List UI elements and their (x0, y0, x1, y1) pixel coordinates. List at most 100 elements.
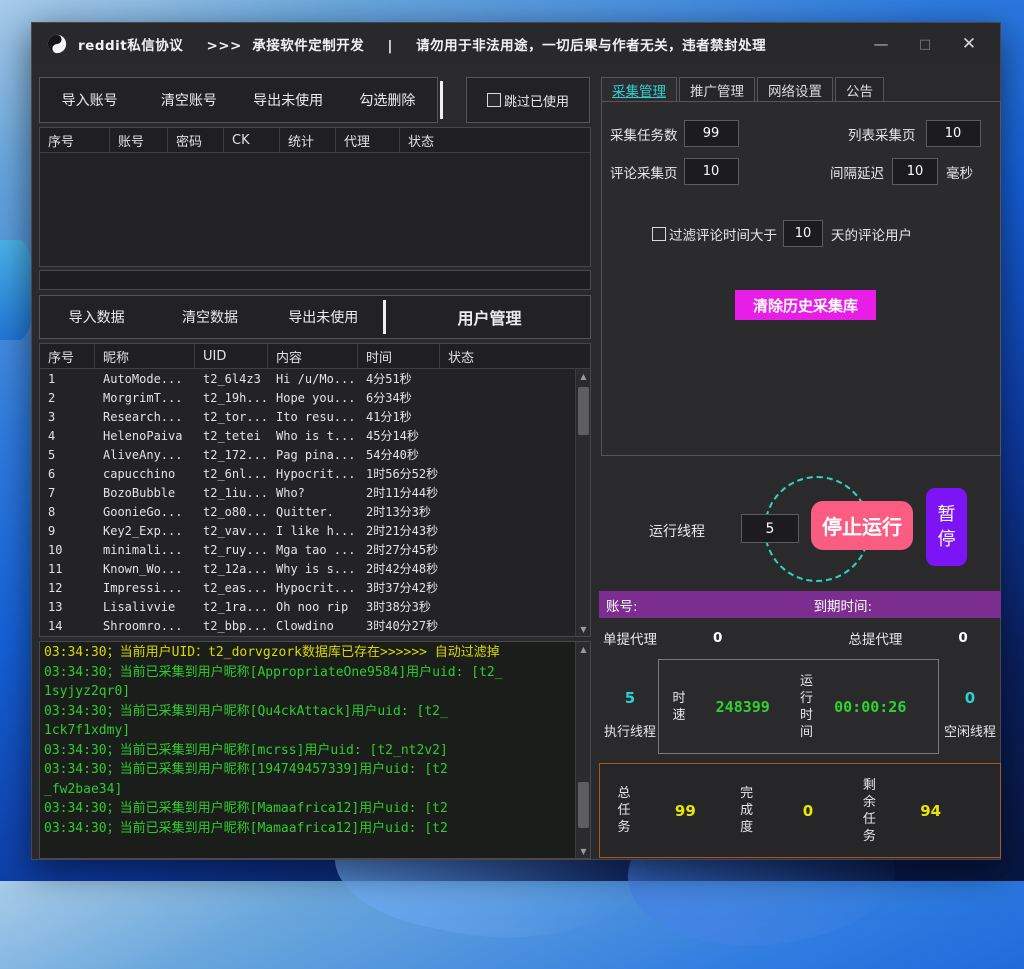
table-row[interactable]: 2MorgrimT...t2_19h...Hope you...6分34秒 (40, 388, 575, 407)
filter-comment-checkbox[interactable] (652, 227, 666, 241)
table-cell: 9 (40, 524, 95, 538)
tab-promote-manage[interactable]: 推广管理 (679, 77, 755, 102)
app-window: reddit私信协议 >>> 承接软件定制开发 | 请勿用于非法用途，一切后果与… (31, 22, 1001, 860)
column-header[interactable]: 状态 (400, 128, 590, 152)
column-header[interactable]: 密码 (168, 128, 224, 152)
total-proxy-label: 总提代理 (848, 628, 902, 648)
clear-accounts-button[interactable]: 清空账号 (139, 78, 238, 122)
idle-threads-label: 空闲线程 (939, 721, 1001, 740)
thread-count-input[interactable]: 5 (741, 514, 799, 543)
column-header[interactable]: 统计 (280, 128, 336, 152)
comment-pages-input[interactable]: 10 (684, 158, 739, 185)
table-row[interactable]: 8GoonieGo...t2_o80...Quitter.2时13分3秒 (40, 502, 575, 521)
window-title: reddit私信协议 >>> 承接软件定制开发 | 请勿用于非法用途，一切后果与… (78, 34, 766, 54)
column-header[interactable]: 序号 (40, 344, 95, 368)
import-data-button[interactable]: 导入数据 (40, 296, 153, 338)
table-row[interactable]: 11Known_Wo...t2_12a...Why is s...2时42分48… (40, 559, 575, 578)
proxy-stats-row: 单提代理 0 总提代理 0 (599, 626, 1001, 650)
log-line: 03:34:30；当前已采集到用户昵称[AppropriateOne9584]用… (44, 663, 573, 683)
table-cell: Shroomro... (95, 619, 195, 633)
tab-announcement[interactable]: 公告 (835, 77, 884, 102)
interval-input[interactable]: 10 (892, 158, 938, 185)
completed-value: 0 (755, 802, 862, 820)
skip-used-label: 跳过已使用 (504, 91, 569, 110)
import-accounts-button[interactable]: 导入账号 (40, 78, 139, 122)
pause-button[interactable]: 暂停 (926, 488, 967, 566)
column-header[interactable]: 代理 (336, 128, 400, 152)
wallpaper-petal (0, 240, 34, 340)
table-cell: MorgrimT... (95, 391, 195, 405)
table-cell: Quitter. (268, 505, 358, 519)
table-cell: BozoBubble (95, 486, 195, 500)
log-line: 03:34:30；当前已采集到用户昵称[mcrss]用户uid: [t2_nt2… (44, 741, 573, 761)
user-manage-button[interactable]: 用户管理 (389, 296, 590, 338)
column-header[interactable]: 账号 (110, 128, 168, 152)
column-header[interactable]: 时间 (358, 344, 440, 368)
table-row[interactable]: 7BozoBubblet2_1iu...Who?2时11分44秒 (40, 483, 575, 502)
column-header[interactable]: 状态 (440, 344, 590, 368)
table-row[interactable]: 5AliveAny...t2_172...Pag pina...54分40秒 (40, 445, 575, 464)
column-header[interactable]: 内容 (268, 344, 358, 368)
table-row[interactable]: 9Key2_Exp...t2_vav...I like h...2时21分43秒 (40, 521, 575, 540)
maximize-button[interactable]: □ (910, 31, 940, 57)
table-row[interactable]: 3Research...t2_tor...Ito resu...41分1秒 (40, 407, 575, 426)
scroll-up-icon[interactable]: ▲ (576, 642, 591, 656)
table-cell: HelenoPaiva (95, 429, 195, 443)
table-row[interactable]: 6capucchinot2_6nl...Hypocrit...1时56分52秒 (40, 464, 575, 483)
user-table-scrollbar[interactable]: ▲ ▼ (575, 369, 590, 636)
table-cell: t2_tetei (195, 429, 268, 443)
log-scrollbar[interactable]: ▲ ▼ (575, 642, 590, 858)
table-row[interactable]: 14Shroomro...t2_bbp...Clowdino3时40分27秒 (40, 616, 575, 635)
table-cell: 1 (40, 372, 95, 386)
column-header[interactable]: 序号 (40, 128, 110, 152)
exec-threads-stat: 5 执行线程 (599, 689, 661, 740)
column-header[interactable]: CK (224, 128, 280, 152)
list-pages-input[interactable]: 10 (926, 120, 981, 147)
export-unused-data-button[interactable]: 导出未使用 (267, 296, 380, 338)
scrollbar-thumb[interactable] (578, 387, 589, 435)
table-row[interactable]: 10minimali...t2_ruy...Mga tao ...2时27分45… (40, 540, 575, 559)
export-unused-accounts-button[interactable]: 导出未使用 (239, 78, 338, 122)
filter-days-input[interactable]: 10 (783, 220, 823, 247)
table-cell: AliveAny... (95, 448, 195, 462)
scroll-up-icon[interactable]: ▲ (576, 369, 591, 383)
table-cell: t2_6nl... (195, 467, 268, 481)
progress-bar (39, 270, 591, 290)
comment-pages-label: 评论采集页 (610, 162, 678, 182)
single-proxy-value: 0 (713, 630, 722, 646)
log-console: 03:34:30；当前用户UID：t2_dorvgzork数据库已存在>>>>>… (39, 641, 591, 859)
table-row[interactable]: 1AutoMode...t2_6l4z3Hi /u/Mo...4分51秒 (40, 369, 575, 388)
scroll-down-icon[interactable]: ▼ (576, 622, 591, 636)
skip-used-checkbox[interactable] (487, 93, 501, 107)
close-button[interactable]: ✕ (954, 31, 984, 57)
clear-history-button[interactable]: 清除历史采集库 (735, 290, 876, 320)
table-cell: 8 (40, 505, 95, 519)
table-cell: 54分40秒 (358, 446, 440, 463)
table-cell: t2_ruy... (195, 543, 268, 557)
column-header[interactable]: 昵称 (95, 344, 195, 368)
table-cell: capucchino (95, 467, 195, 481)
column-header[interactable]: UID (195, 344, 268, 368)
table-cell: 4分51秒 (358, 370, 440, 387)
delete-checked-button[interactable]: 勾选删除 (338, 78, 437, 122)
table-cell: AutoMode... (95, 372, 195, 386)
speed-runtime-box: 时速 248399 运行时间 00:00:26 (658, 659, 939, 754)
table-cell: 3时38分3秒 (358, 598, 440, 615)
table-row[interactable]: 12Impressi...t2_eas...Hypocrit...3时37分42… (40, 578, 575, 597)
scroll-down-icon[interactable]: ▼ (576, 844, 591, 858)
table-cell: 2时42分48秒 (358, 560, 440, 577)
task-count-input[interactable]: 99 (684, 120, 739, 147)
table-cell: t2_eas... (195, 581, 268, 595)
runtime-stats: 5 执行线程 时速 248399 运行时间 00:00:26 0 空闲线程 (599, 659, 1001, 756)
tab-network-settings[interactable]: 网络设置 (757, 77, 833, 102)
scrollbar-thumb[interactable] (578, 782, 589, 828)
tab-collect-manage[interactable]: 采集管理 (601, 77, 677, 102)
stop-run-button[interactable]: 停止运行 (811, 501, 913, 550)
minimize-button[interactable]: — (866, 31, 896, 57)
table-row[interactable]: 4HelenoPaivat2_teteiWho is t...45分14秒 (40, 426, 575, 445)
table-row[interactable]: 13Lisalivviet2_1ra...Oh noo rip3时38分3秒 (40, 597, 575, 616)
completed-label: 完成度 (739, 785, 755, 836)
log-line: 03:34:30；当前用户UID：t2_dorvgzork数据库已存在>>>>>… (44, 643, 573, 663)
skip-used-option[interactable]: 跳过已使用 (466, 77, 590, 123)
clear-data-button[interactable]: 清空数据 (153, 296, 266, 338)
